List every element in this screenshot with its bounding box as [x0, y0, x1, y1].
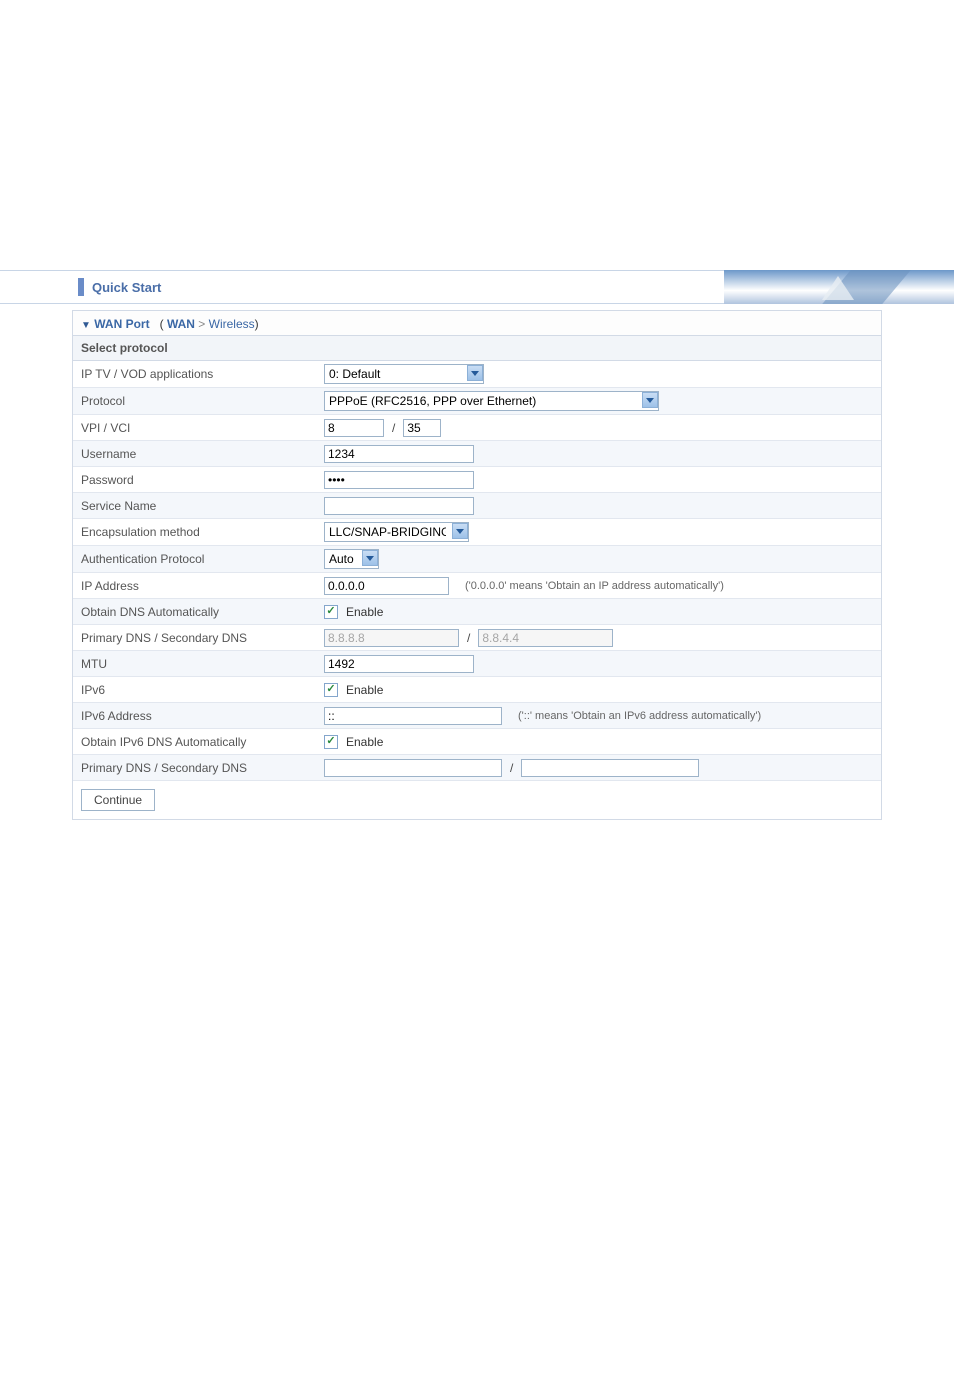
servicename-label: Service Name: [81, 499, 324, 513]
obtaindns-enable-label: Enable: [346, 605, 383, 619]
ipv6-label: IPv6: [81, 683, 324, 697]
section-subhead: Select protocol: [73, 336, 881, 361]
ipaddr-hint: ('0.0.0.0' means 'Obtain an IP address a…: [453, 580, 724, 592]
row-iptv: IP TV / VOD applications: [73, 361, 881, 388]
username-input[interactable]: [324, 445, 474, 463]
obtainipv6dns-enable-label: Enable: [346, 735, 383, 749]
ipv6-enable-checkbox[interactable]: [324, 683, 338, 697]
obtaindns-checkbox[interactable]: [324, 605, 338, 619]
header-graphic: [724, 270, 954, 304]
continue-button[interactable]: Continue: [81, 789, 155, 811]
primary-dns-input[interactable]: [324, 629, 459, 647]
row-servicename: Service Name: [73, 493, 881, 519]
vci-input[interactable]: [403, 419, 441, 437]
vpivci-label: VPI / VCI: [81, 421, 324, 435]
breadcrumb-next[interactable]: Wireless: [209, 317, 255, 331]
ipv6dns-label: Primary DNS / Secondary DNS: [81, 761, 324, 775]
ipaddr-label: IP Address: [81, 579, 324, 593]
vpi-input[interactable]: [324, 419, 384, 437]
ipv6-secondary-dns-input[interactable]: [521, 759, 699, 777]
breadcrumb-section: WAN Port: [94, 317, 149, 331]
encaps-select-value[interactable]: [324, 522, 469, 542]
row-obtainipv6dns: Obtain IPv6 DNS Automatically Enable: [73, 729, 881, 755]
dns-label: Primary DNS / Secondary DNS: [81, 631, 324, 645]
obtainipv6dns-checkbox[interactable]: [324, 735, 338, 749]
row-protocol: Protocol: [73, 388, 881, 415]
encaps-label: Encapsulation method: [81, 525, 324, 539]
slash-separator: /: [388, 421, 399, 435]
secondary-dns-input[interactable]: [478, 629, 613, 647]
row-encaps: Encapsulation method: [73, 519, 881, 546]
password-input[interactable]: [324, 471, 474, 489]
iptv-label: IP TV / VOD applications: [81, 367, 324, 381]
ipv6addr-label: IPv6 Address: [81, 709, 324, 723]
footer: Continue: [73, 781, 881, 819]
ipv6addr-hint: ('::' means 'Obtain an IPv6 address auto…: [506, 710, 761, 722]
protocol-select[interactable]: [324, 391, 659, 411]
ipv6-enable-label: Enable: [346, 683, 383, 697]
password-label: Password: [81, 473, 324, 487]
slash-separator: /: [463, 631, 474, 645]
protocol-label: Protocol: [81, 394, 324, 408]
row-ipv6dns: Primary DNS / Secondary DNS /: [73, 755, 881, 781]
obtaindns-label: Obtain DNS Automatically: [81, 605, 324, 619]
row-authproto: Authentication Protocol: [73, 546, 881, 573]
authproto-select-value[interactable]: [324, 549, 379, 569]
row-ipv6: IPv6 Enable: [73, 677, 881, 703]
row-mtu: MTU: [73, 651, 881, 677]
slash-separator: /: [506, 761, 517, 775]
breadcrumb: ▼ WAN Port ( WAN > Wireless): [73, 311, 881, 336]
row-dns: Primary DNS / Secondary DNS /: [73, 625, 881, 651]
breadcrumb-active[interactable]: WAN: [167, 317, 195, 331]
obtainipv6dns-label: Obtain IPv6 DNS Automatically: [81, 735, 324, 749]
iptv-select[interactable]: [324, 364, 484, 384]
ipv6-primary-dns-input[interactable]: [324, 759, 502, 777]
mtu-input[interactable]: [324, 655, 474, 673]
ipaddr-input[interactable]: [324, 577, 449, 595]
authproto-select[interactable]: [324, 549, 379, 569]
row-obtaindns: Obtain DNS Automatically Enable: [73, 599, 881, 625]
caret-down-icon: ▼: [81, 320, 91, 331]
breadcrumb-sep: >: [198, 317, 208, 331]
content-frame: ▼ WAN Port ( WAN > Wireless) Select prot…: [72, 310, 882, 820]
mtu-label: MTU: [81, 657, 324, 671]
ipv6addr-input[interactable]: [324, 707, 502, 725]
iptv-select-value[interactable]: [324, 364, 484, 384]
username-label: Username: [81, 447, 324, 461]
row-ipv6addr: IPv6 Address ('::' means 'Obtain an IPv6…: [73, 703, 881, 729]
page-header: Quick Start: [0, 270, 954, 304]
page-title: Quick Start: [72, 280, 161, 295]
row-password: Password: [73, 467, 881, 493]
row-username: Username: [73, 441, 881, 467]
protocol-select-value[interactable]: [324, 391, 659, 411]
servicename-input[interactable]: [324, 497, 474, 515]
row-ipaddr: IP Address ('0.0.0.0' means 'Obtain an I…: [73, 573, 881, 599]
authproto-label: Authentication Protocol: [81, 552, 324, 566]
row-vpivci: VPI / VCI /: [73, 415, 881, 441]
encaps-select[interactable]: [324, 522, 469, 542]
